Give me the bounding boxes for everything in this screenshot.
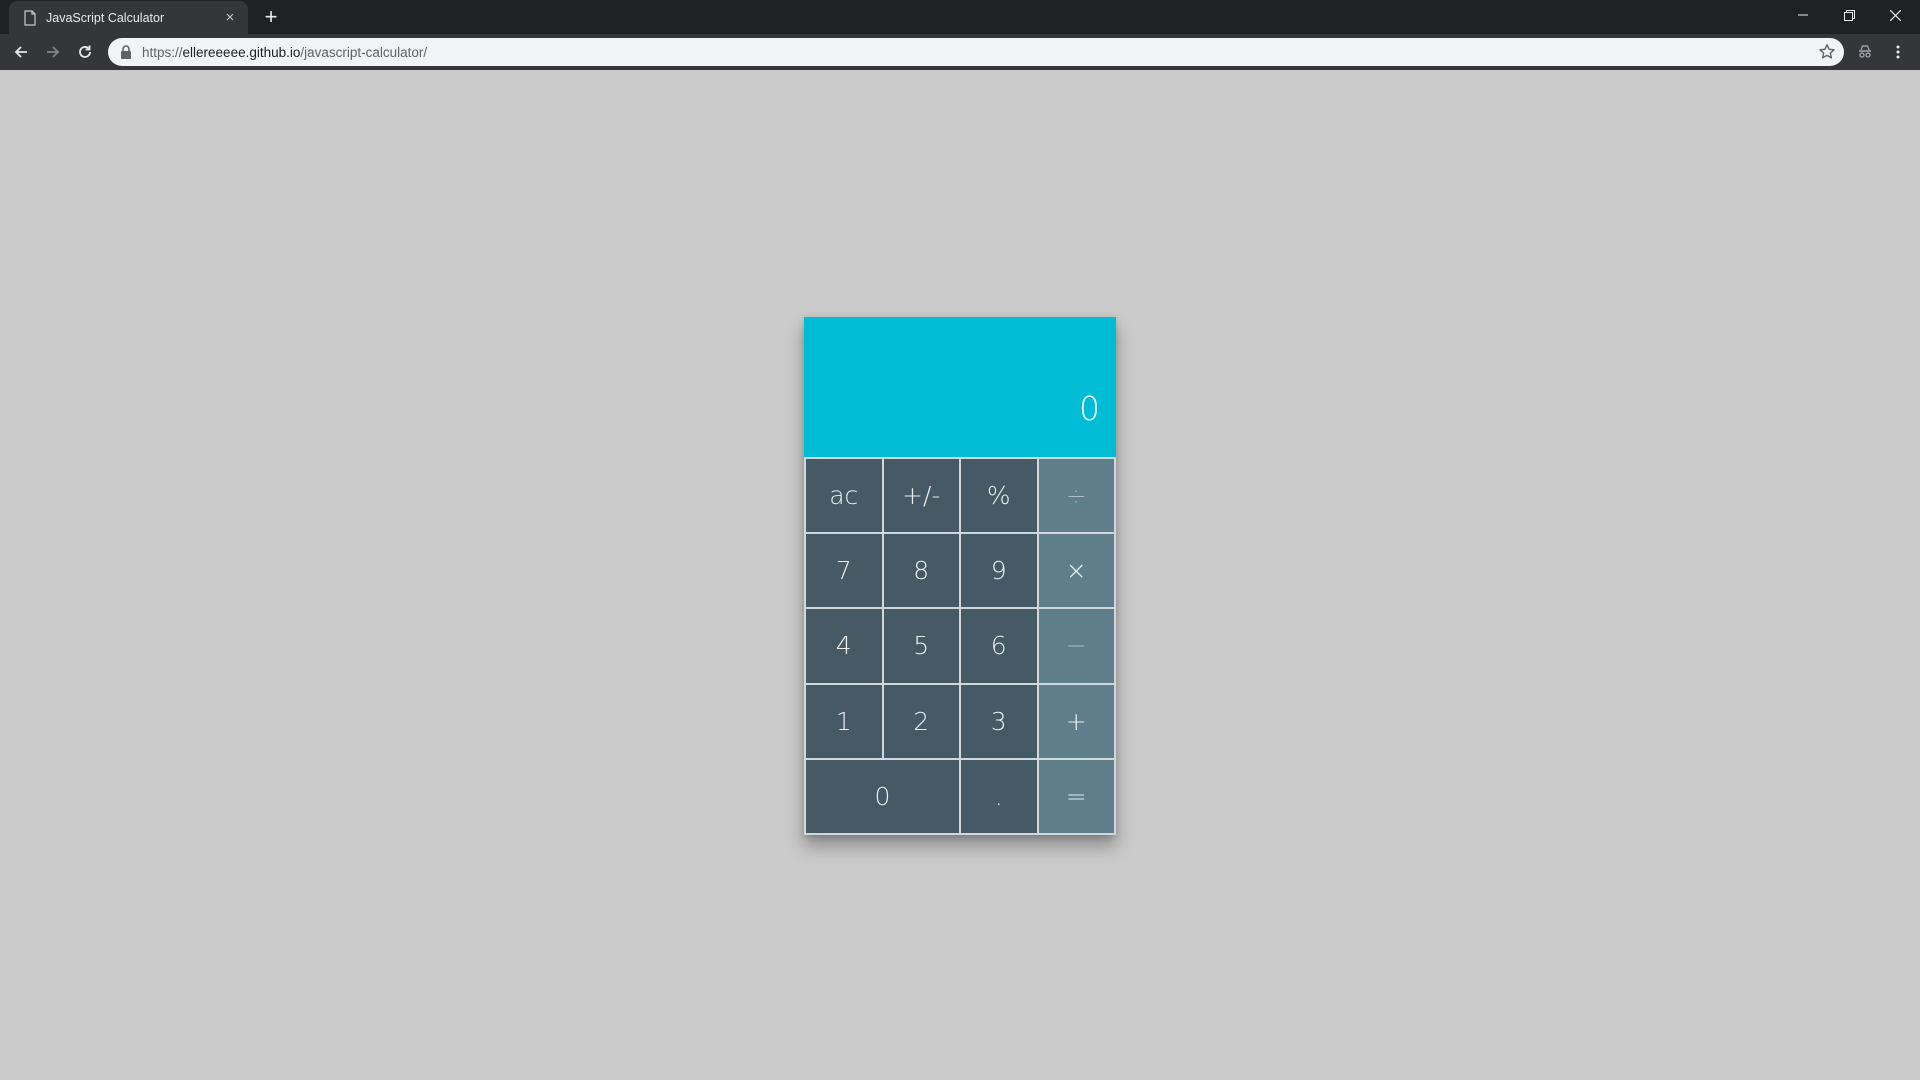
url-text: https://ellereeeee.github.io/javascript-…: [142, 45, 427, 60]
digit-5-button[interactable]: 5: [883, 609, 959, 683]
menu-button[interactable]: [1885, 39, 1911, 65]
divide-button[interactable]: ÷: [1038, 459, 1114, 533]
digit-1-button[interactable]: 1: [806, 684, 882, 758]
browser-tabstrip: JavaScript Calculator × +: [0, 0, 1920, 34]
close-icon: [1889, 9, 1901, 21]
minimize-button[interactable]: [1780, 0, 1826, 30]
digit-4-button[interactable]: 4: [806, 609, 882, 683]
restore-button[interactable]: [1826, 0, 1872, 30]
digit-3-button[interactable]: 3: [961, 684, 1037, 758]
digit-8-button[interactable]: 8: [883, 534, 959, 608]
extension-icon: [1859, 45, 1871, 58]
equals-button[interactable]: =: [1038, 759, 1114, 833]
display-value: 0: [1079, 389, 1100, 428]
url-scheme: https://: [142, 44, 183, 60]
new-tab-button[interactable]: +: [258, 4, 284, 30]
calculator: 0 ac +/- % ÷ 7 8 9 × 4 5 6 − 1 2 3 + 0 .…: [804, 317, 1116, 835]
subtract-button[interactable]: −: [1038, 609, 1114, 683]
multiply-button[interactable]: ×: [1038, 534, 1114, 608]
browser-toolbar: https://ellereeeee.github.io/javascript-…: [0, 34, 1920, 70]
toggle-sign-button[interactable]: +/-: [883, 459, 959, 533]
forward-arrow-icon: [47, 46, 60, 58]
tab-close-icon[interactable]: ×: [222, 9, 238, 26]
digit-7-button[interactable]: 7: [806, 534, 882, 608]
digit-9-button[interactable]: 9: [961, 534, 1037, 608]
restore-icon: [1843, 9, 1855, 21]
percent-button[interactable]: %: [961, 459, 1037, 533]
incognito-extension-button[interactable]: [1852, 39, 1878, 65]
url-host: ellereeeee.github.io: [182, 44, 301, 60]
decimal-button[interactable]: .: [961, 759, 1037, 833]
forward-button[interactable]: [40, 39, 66, 65]
tab-title: JavaScript Calculator: [46, 10, 165, 25]
calculator-display: 0: [804, 317, 1116, 457]
close-window-button[interactable]: [1872, 0, 1918, 30]
url-path: /javascript-calculator/: [300, 44, 428, 60]
digit-6-button[interactable]: 6: [961, 609, 1037, 683]
digit-2-button[interactable]: 2: [883, 684, 959, 758]
back-arrow-icon: [14, 46, 27, 58]
page-icon: [24, 9, 36, 26]
keypad: ac +/- % ÷ 7 8 9 × 4 5 6 − 1 2 3 + 0 . =: [804, 457, 1116, 835]
minimize-icon: [1798, 14, 1808, 16]
reload-button[interactable]: [72, 39, 98, 65]
bookmark-star-icon[interactable]: [1818, 43, 1836, 61]
add-button[interactable]: +: [1038, 684, 1114, 758]
back-button[interactable]: [8, 39, 34, 65]
digit-0-button[interactable]: 0: [806, 759, 959, 833]
reload-icon: [79, 45, 91, 58]
clear-button[interactable]: ac: [806, 459, 882, 533]
kebab-menu-icon: [1896, 45, 1900, 59]
lock-icon: [121, 45, 131, 59]
browser-tab-active[interactable]: JavaScript Calculator ×: [9, 1, 248, 34]
address-bar[interactable]: https://ellereeeee.github.io/javascript-…: [108, 38, 1844, 66]
